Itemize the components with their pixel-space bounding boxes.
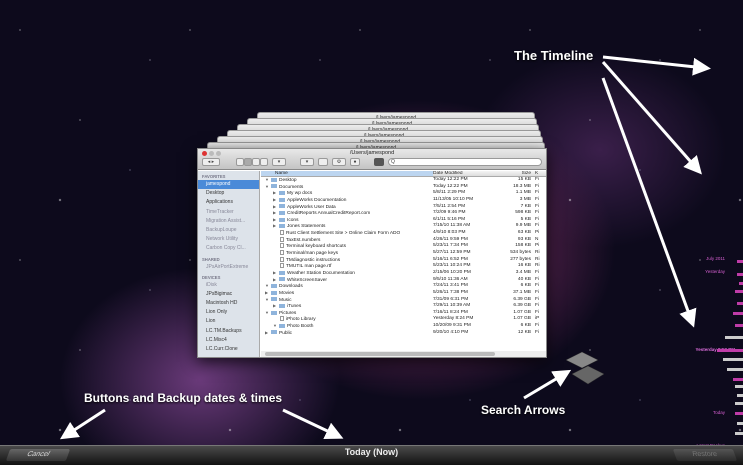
timeline-tick[interactable] [733, 312, 743, 315]
bottom-bar: Cancel Today (Now) Restore [0, 445, 743, 465]
backup-date: Today (Now) [344, 447, 399, 457]
restore-button[interactable]: Restore [672, 449, 738, 461]
annotation-buttons: Buttons and Backup dates & times [84, 391, 283, 405]
timeline-label[interactable]: Yesterday [705, 269, 725, 274]
timeline-tick[interactable] [723, 358, 743, 361]
timeline-tick[interactable] [717, 349, 743, 352]
timeline[interactable]: July 2011 Yesterday Yesterday 8:52 PM To… [668, 250, 743, 450]
timeline-tick[interactable] [733, 378, 743, 381]
timeline-tick[interactable] [739, 282, 743, 285]
timeline-tick[interactable] [737, 394, 743, 397]
search-arrows-icon[interactable] [560, 350, 610, 390]
timeline-tick[interactable] [737, 260, 743, 263]
annotation-search: Search Arrows [481, 403, 566, 417]
timeline-tick[interactable] [725, 336, 743, 339]
timeline-tick[interactable] [735, 432, 743, 435]
timeline-tick[interactable] [735, 324, 743, 327]
timeline-label[interactable]: July 2011 [706, 256, 725, 261]
timeline-tick[interactable] [735, 385, 743, 388]
timeline-tick[interactable] [735, 402, 743, 405]
timeline-tick[interactable] [735, 412, 743, 415]
timeline-tick[interactable] [737, 302, 743, 305]
timeline-tick[interactable] [727, 368, 743, 371]
timeline-label[interactable]: Today [713, 410, 725, 415]
timeline-tick[interactable] [735, 290, 743, 293]
annotation-timeline: The Timeline [514, 48, 594, 63]
timeline-tick[interactable] [737, 422, 743, 425]
timeline-tick[interactable] [737, 273, 743, 276]
